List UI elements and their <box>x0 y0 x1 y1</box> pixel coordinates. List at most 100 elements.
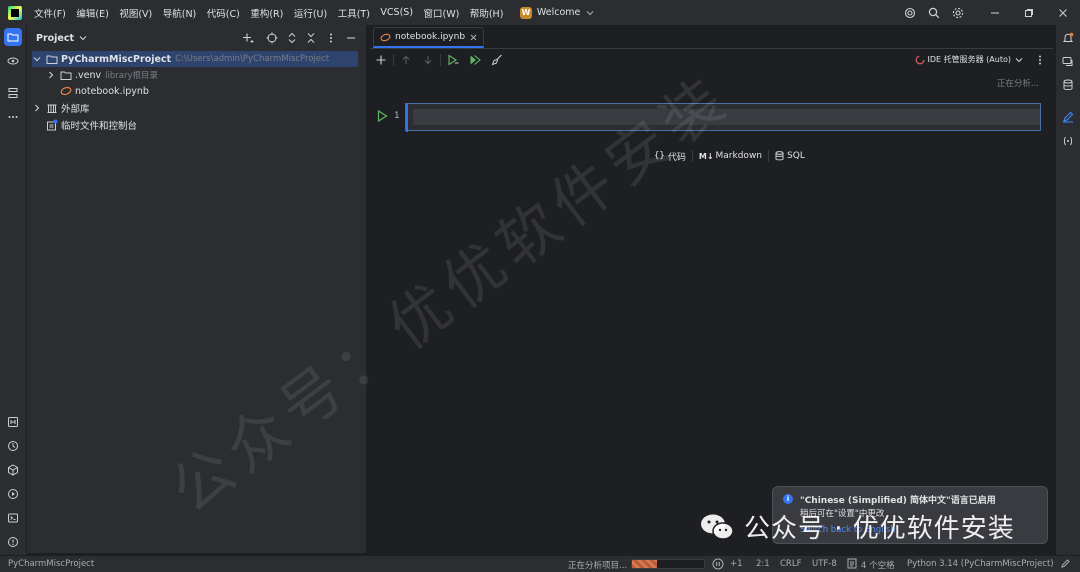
menu-navigate[interactable]: 导航(N) <box>163 6 197 20</box>
tree-item-project-root[interactable]: PyCharmMiscProject C:\Users\admin\PyChar… <box>32 51 358 67</box>
status-indent[interactable]: 4 个空格 <box>861 559 895 571</box>
add-sql-cell-button[interactable]: SQL <box>769 147 811 165</box>
right-tool-strip <box>1056 25 1080 555</box>
tree-item-label: 临时文件和控制台 <box>61 121 138 132</box>
menu-file[interactable]: 文件(F) <box>34 6 66 20</box>
project-panel: Project PyCharmMiscProject C:\Users\admi… <box>27 25 366 553</box>
title-bar: 文件(F) 编辑(E) 视图(V) 导航(N) 代码(C) 重构(R) 运行(U… <box>0 0 1080 25</box>
folder-icon <box>60 69 72 81</box>
pause-icon[interactable] <box>712 558 724 570</box>
close-tab-icon[interactable] <box>470 34 477 41</box>
ai-assistant-icon[interactable] <box>898 0 922 25</box>
more-tools-icon[interactable] <box>4 108 22 126</box>
status-caret-position[interactable]: 2:1 <box>756 559 770 569</box>
chevron-down-icon[interactable] <box>32 54 42 64</box>
tree-item-venv[interactable]: .venv library根目录 <box>46 67 158 83</box>
expand-all-icon[interactable] <box>285 31 299 45</box>
notifications-bell-icon[interactable] <box>1061 31 1075 45</box>
run-all-icon[interactable] <box>464 49 486 71</box>
menu-refactor[interactable]: 重构(R) <box>250 6 283 20</box>
run-cell-icon[interactable] <box>377 110 388 122</box>
code-cell-editor[interactable] <box>405 103 1041 132</box>
add-cell-icon[interactable] <box>370 49 392 71</box>
run-icon[interactable] <box>4 485 22 503</box>
tab-notebook[interactable]: notebook.ipynb <box>373 27 485 48</box>
ai-chat-icon[interactable] <box>1061 55 1075 69</box>
jupyter-file-icon <box>380 32 391 43</box>
menu-view[interactable]: 视图(V) <box>119 6 152 20</box>
kernel-selector[interactable]: IDE 托管服务器 (Auto) <box>915 54 1023 65</box>
status-project-breadcrumb[interactable]: PyCharmMiscProject <box>8 559 94 569</box>
close-button[interactable] <box>1046 0 1080 25</box>
more-options-icon[interactable] <box>1035 54 1045 66</box>
add-markdown-cell-button[interactable]: M↓ Markdown <box>693 147 768 165</box>
status-encoding[interactable]: UTF-8 <box>812 559 837 569</box>
notebook-cell[interactable]: 1 <box>373 103 1043 132</box>
status-bar: PyCharmMiscProject 正在分析项目... +1 2:1 CRLF… <box>0 555 1080 572</box>
tree-item-scratches[interactable]: 临时文件和控制台 <box>46 117 137 133</box>
hide-panel-icon[interactable] <box>344 31 358 45</box>
status-interpreter[interactable]: Python 3.14 (PyCharmMiscProject) <box>907 559 1054 569</box>
status-line-ending[interactable]: CRLF <box>780 559 801 569</box>
chevron-right-icon[interactable] <box>32 103 42 113</box>
status-analyzing-text: 正在分析项目... <box>568 561 628 571</box>
wechat-logo-icon <box>700 513 734 541</box>
move-up-icon[interactable] <box>395 49 417 71</box>
read-only-lock-icon[interactable] <box>1060 558 1071 569</box>
options-kebab-icon[interactable] <box>324 31 338 45</box>
minimize-button[interactable] <box>978 0 1012 25</box>
add-code-cell-button[interactable]: {} 代码 <box>648 147 692 165</box>
welcome-label: Welcome <box>536 7 581 18</box>
welcome-badge: W <box>519 6 532 19</box>
scratches-icon <box>46 119 58 131</box>
pycharm-logo-icon[interactable] <box>8 5 22 20</box>
python-packages-icon[interactable] <box>4 52 22 70</box>
status-plus-count[interactable]: +1 <box>730 559 743 569</box>
menu-edit[interactable]: 编辑(E) <box>76 6 108 20</box>
tree-item-external-libraries[interactable]: 外部库 <box>32 100 90 116</box>
ai-assistant-pen-icon[interactable] <box>1061 110 1075 124</box>
notebook-editor: notebook.ipynb IDE 托管服务器 (Auto) 正在分析... … <box>370 25 1053 553</box>
info-icon: i <box>783 494 793 504</box>
menu-run[interactable]: 运行(U) <box>294 6 327 20</box>
maximize-button[interactable] <box>1012 0 1046 25</box>
chevron-down-icon <box>1015 56 1023 64</box>
database-icon <box>775 151 784 161</box>
project-panel-title[interactable]: Project <box>36 33 74 44</box>
menu-window[interactable]: 窗口(W) <box>424 6 460 20</box>
tab-label: notebook.ipynb <box>395 32 466 42</box>
analysis-progress-bar <box>631 559 705 569</box>
project-widget[interactable]: W Welcome <box>519 6 594 19</box>
add-code-label: 代码 <box>667 152 686 163</box>
tree-item-label: PyCharmMiscProject <box>61 53 172 65</box>
search-icon[interactable] <box>922 0 946 25</box>
menu-code[interactable]: 代码(C) <box>207 6 240 20</box>
tree-item-notebook[interactable]: notebook.ipynb <box>60 83 149 99</box>
problems-icon[interactable] <box>4 533 22 551</box>
left-tool-strip <box>0 25 26 555</box>
project-folder-icon[interactable] <box>4 28 22 46</box>
chevron-down-icon[interactable] <box>79 34 87 42</box>
analysis-progress-fill <box>632 560 658 568</box>
code-input-area[interactable] <box>413 109 1040 125</box>
database-icon[interactable] <box>1061 78 1075 92</box>
python-packages-cube-icon[interactable] <box>4 461 22 479</box>
server-status-icon <box>915 55 925 65</box>
collapse-all-icon[interactable] <box>304 31 318 45</box>
run-cell-select-below-icon[interactable] <box>442 49 464 71</box>
add-cell-bar: {} 代码 M↓ Markdown SQL <box>648 147 811 165</box>
chevron-right-icon[interactable] <box>46 70 56 80</box>
endpoints-icon[interactable] <box>1061 134 1075 148</box>
structure-icon[interactable] <box>4 84 22 102</box>
clear-outputs-broom-icon[interactable] <box>486 49 508 71</box>
gear-icon[interactable] <box>946 0 970 25</box>
menu-tools[interactable]: 工具(T) <box>338 6 370 20</box>
menu-vcs[interactable]: VCS(S) <box>380 7 413 18</box>
new-file-icon[interactable] <box>241 31 255 45</box>
menu-help[interactable]: 帮助(H) <box>470 6 504 20</box>
python-console-icon[interactable] <box>4 413 22 431</box>
locate-file-icon[interactable] <box>265 31 279 45</box>
services-icon[interactable] <box>4 437 22 455</box>
move-down-icon[interactable] <box>417 49 439 71</box>
terminal-icon[interactable] <box>4 509 22 527</box>
